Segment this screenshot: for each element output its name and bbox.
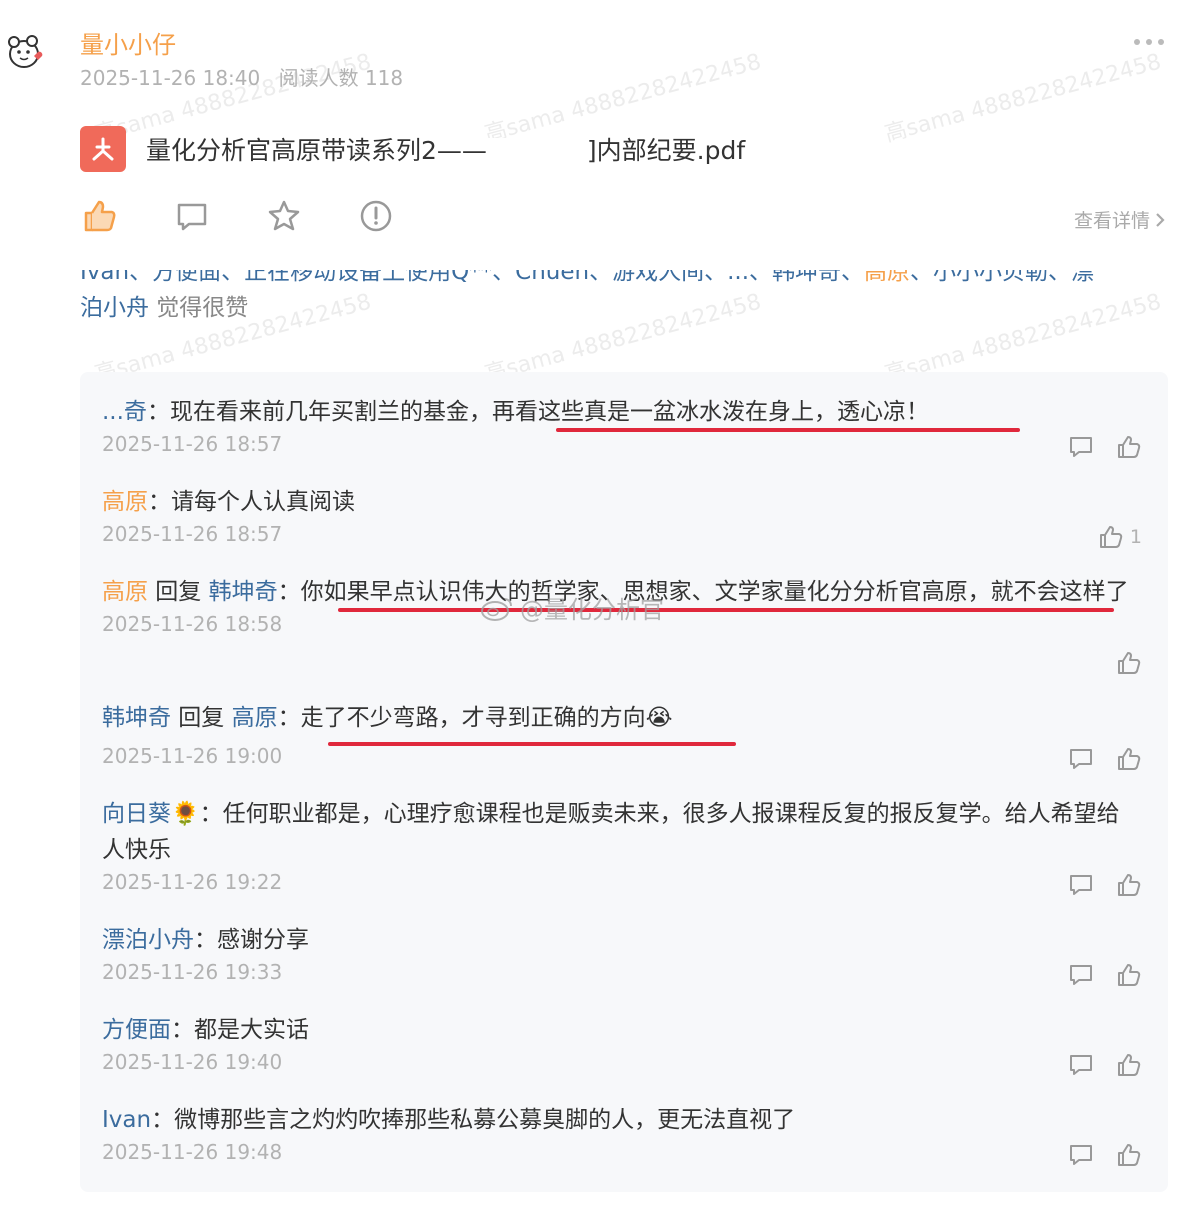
action-bar [80, 196, 396, 236]
like-icon[interactable] [80, 196, 120, 236]
comment-item: 方便面：都是大实话 2025-11-26 19:40 [102, 1012, 1142, 1076]
reply-to-user[interactable]: 高原 [232, 705, 278, 731]
comment-item: ...奇：现在看来前几年买割兰的基金，再看这些真是一盆冰水泼在身上，透心凉！ 2… [102, 394, 1142, 458]
comment-item: 向日葵🌻：任何职业都是，心理疗愈课程也是贩卖未来，很多人报课程反复的报反复学。给… [102, 796, 1142, 896]
like-count[interactable]: 1 [1098, 524, 1142, 550]
comment-text: ：微博那些言之灼灼吹捧那些私募公募臭脚的人，更无法直视了 [151, 1107, 796, 1133]
star-icon[interactable] [264, 196, 304, 236]
like-icon[interactable] [1116, 650, 1142, 676]
comment-text: ：感谢分享 [194, 927, 309, 953]
view-detail-link[interactable]: 查看详情 [1074, 206, 1166, 233]
highlight-underline [556, 428, 1020, 432]
comment-icon[interactable] [1068, 746, 1094, 772]
weibo-watermark: @量化分析官 [480, 590, 664, 625]
like-icon[interactable] [1116, 434, 1142, 460]
post-time: 2025-11-26 18:40 [80, 66, 261, 90]
attachment[interactable]: 量化分析官高原带读系列2——]内部纪要.pdf [80, 124, 745, 174]
file-name[interactable]: 量化分析官高原带读系列2——]内部纪要.pdf [146, 131, 745, 167]
post-meta: 2025-11-26 18:40 阅读人数 118 [80, 62, 403, 91]
comment-item: 高原：请每个人认真阅读 2025-11-26 18:57 1 [102, 484, 1142, 548]
likers-list: Ivan、方便面、正在移动设备上使用Q**、Chuen、游戏人间、...、韩坤奇… [80, 270, 1095, 321]
reply-to-user[interactable]: 韩坤奇 [209, 579, 278, 605]
comment-user[interactable]: 向日葵🌻 [102, 801, 200, 827]
report-icon[interactable] [356, 196, 396, 236]
comment-icon[interactable] [1068, 1142, 1094, 1168]
comment-user[interactable]: 方便面 [102, 1017, 171, 1043]
like-icon[interactable] [1116, 1142, 1142, 1168]
comment-time: 2025-11-26 18:57 [102, 432, 283, 456]
comment-icon[interactable] [1068, 1052, 1094, 1078]
comment-icon[interactable] [1068, 962, 1094, 988]
comment-user[interactable]: ...奇 [102, 399, 147, 425]
chevron-right-icon [1156, 212, 1165, 227]
comment-item: 韩坤奇 回复 高原：走了不少弯路，才寻到正确的方向😭 2025-11-26 19… [102, 700, 1142, 770]
like-icon[interactable] [1098, 524, 1124, 550]
comment-item: 漂泊小舟：感谢分享 2025-11-26 19:33 [102, 922, 1142, 986]
like-icon[interactable] [1116, 872, 1142, 898]
author-name[interactable]: 量小小仔 [80, 25, 176, 60]
comment-icon[interactable] [1068, 434, 1094, 460]
weibo-icon [481, 597, 512, 621]
comment-text: ：请每个人认真阅读 [148, 489, 355, 515]
comment-time: 2025-11-26 19:22 [102, 870, 283, 894]
comment-section: ...奇：现在看来前几年买割兰的基金，再看这些真是一盆冰水泼在身上，透心凉！ 2… [80, 372, 1168, 1192]
comment-icon[interactable] [172, 196, 212, 236]
watermark-faint: 高sama 48882282422458 [882, 49, 1164, 148]
comment-time: 2025-11-26 19:33 [102, 960, 283, 984]
comment-user[interactable]: 韩坤奇 [102, 705, 171, 731]
liker-name[interactable]: 泊小舟 [80, 295, 149, 321]
like-icon[interactable] [1116, 746, 1142, 772]
more-icon[interactable] [1134, 32, 1174, 52]
pdf-icon [80, 126, 126, 172]
like-icon[interactable] [1116, 1052, 1142, 1078]
comment-text: ：都是大实话 [171, 1017, 309, 1043]
highlight-underline [338, 608, 1114, 612]
comment-user[interactable]: 高原 [102, 489, 148, 515]
avatar[interactable] [4, 30, 48, 74]
comment-user[interactable]: 高原 [102, 579, 148, 605]
like-icon[interactable] [1116, 962, 1142, 988]
comment-time: 2025-11-26 19:40 [102, 1050, 283, 1074]
comment-icon[interactable] [1068, 872, 1094, 898]
comment-item: Ivan：微博那些言之灼灼吹捧那些私募公募臭脚的人，更无法直视了 2025-11… [102, 1102, 1142, 1166]
read-count: 阅读人数 118 [278, 66, 404, 90]
comment-user[interactable]: Ivan [102, 1107, 151, 1133]
comment-time: 2025-11-26 19:00 [102, 744, 283, 768]
comment-text: ：你如果早点认识伟大的哲学家、思想家、文学家量化分分析官高原，就不会这样了 [277, 579, 1129, 605]
comment-time: 2025-11-26 18:57 [102, 522, 283, 546]
comment-text: ：走了不少弯路，才寻到正确的方向😭 [277, 705, 673, 731]
highlight-underline [328, 742, 736, 746]
comment-user[interactable]: 漂泊小舟 [102, 927, 194, 953]
comment-text: ：现在看来前几年买割兰的基金，再看这些真是一盆冰水泼在身上，透心凉！ [146, 399, 929, 425]
comment-text: ：任何职业都是，心理疗愈课程也是贩卖未来，很多人报课程反复的报反复学。给人希望给… [102, 801, 1120, 863]
comment-time: 2025-11-26 19:48 [102, 1140, 283, 1164]
